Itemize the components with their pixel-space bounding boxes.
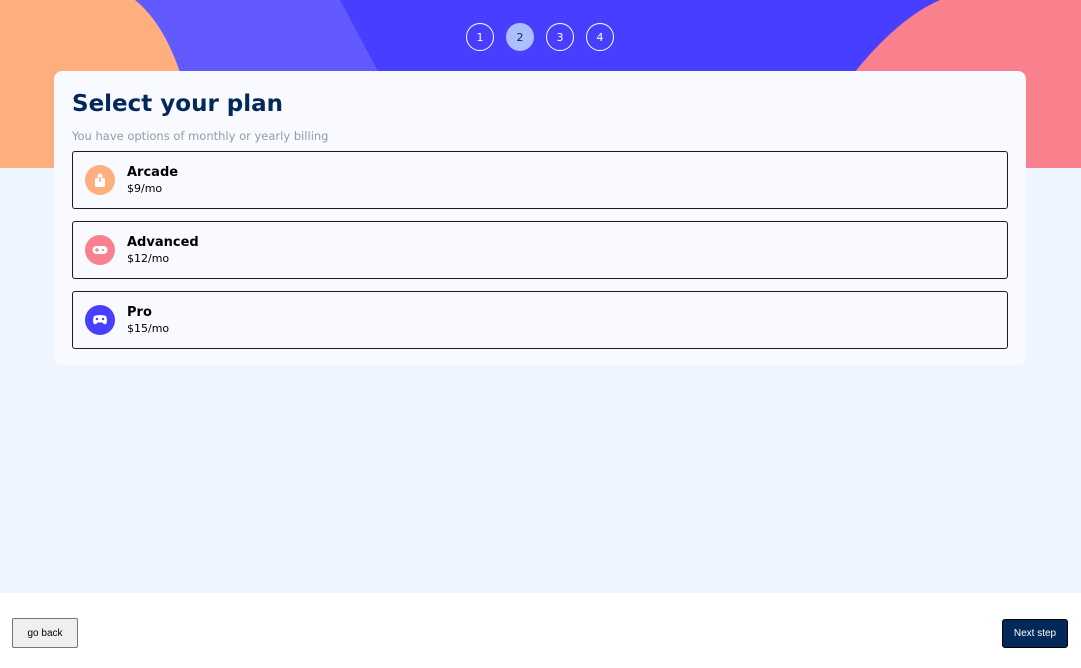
next-step-button[interactable]: Next step [1002, 619, 1068, 648]
step-4[interactable]: 4 [586, 23, 614, 51]
plan-option-advanced[interactable]: Advanced $12/mo [72, 221, 1008, 279]
go-back-button[interactable]: go back [12, 618, 78, 648]
plan-name: Pro [127, 304, 152, 320]
gamepad-icon [85, 235, 115, 265]
step-indicator: 1 2 3 4 [466, 23, 614, 51]
page: 1 2 3 4 Select your plan You have option… [0, 0, 1081, 668]
plan-price: $9/mo [127, 181, 163, 195]
step-2[interactable]: 2 [506, 23, 534, 51]
plan-name: Arcade [127, 164, 179, 180]
plan-price: $15/mo [127, 321, 170, 335]
step-1[interactable]: 1 [466, 23, 494, 51]
arcade-icon [85, 165, 115, 195]
controller-icon [85, 305, 115, 335]
plan-list: Arcade $9/mo Advanced $12/mo Pro $15/mo [72, 151, 1008, 349]
step-3[interactable]: 3 [546, 23, 574, 51]
page-title: Select your plan [72, 91, 284, 117]
plan-name: Advanced [127, 234, 199, 250]
plan-card: Select your plan You have options of mon… [54, 71, 1026, 365]
page-subtitle: You have options of monthly or yearly bi… [72, 129, 329, 143]
footer-bar: go back Next step [0, 593, 1081, 668]
plan-option-pro[interactable]: Pro $15/mo [72, 291, 1008, 349]
plan-price: $12/mo [127, 251, 170, 265]
plan-option-arcade[interactable]: Arcade $9/mo [72, 151, 1008, 209]
